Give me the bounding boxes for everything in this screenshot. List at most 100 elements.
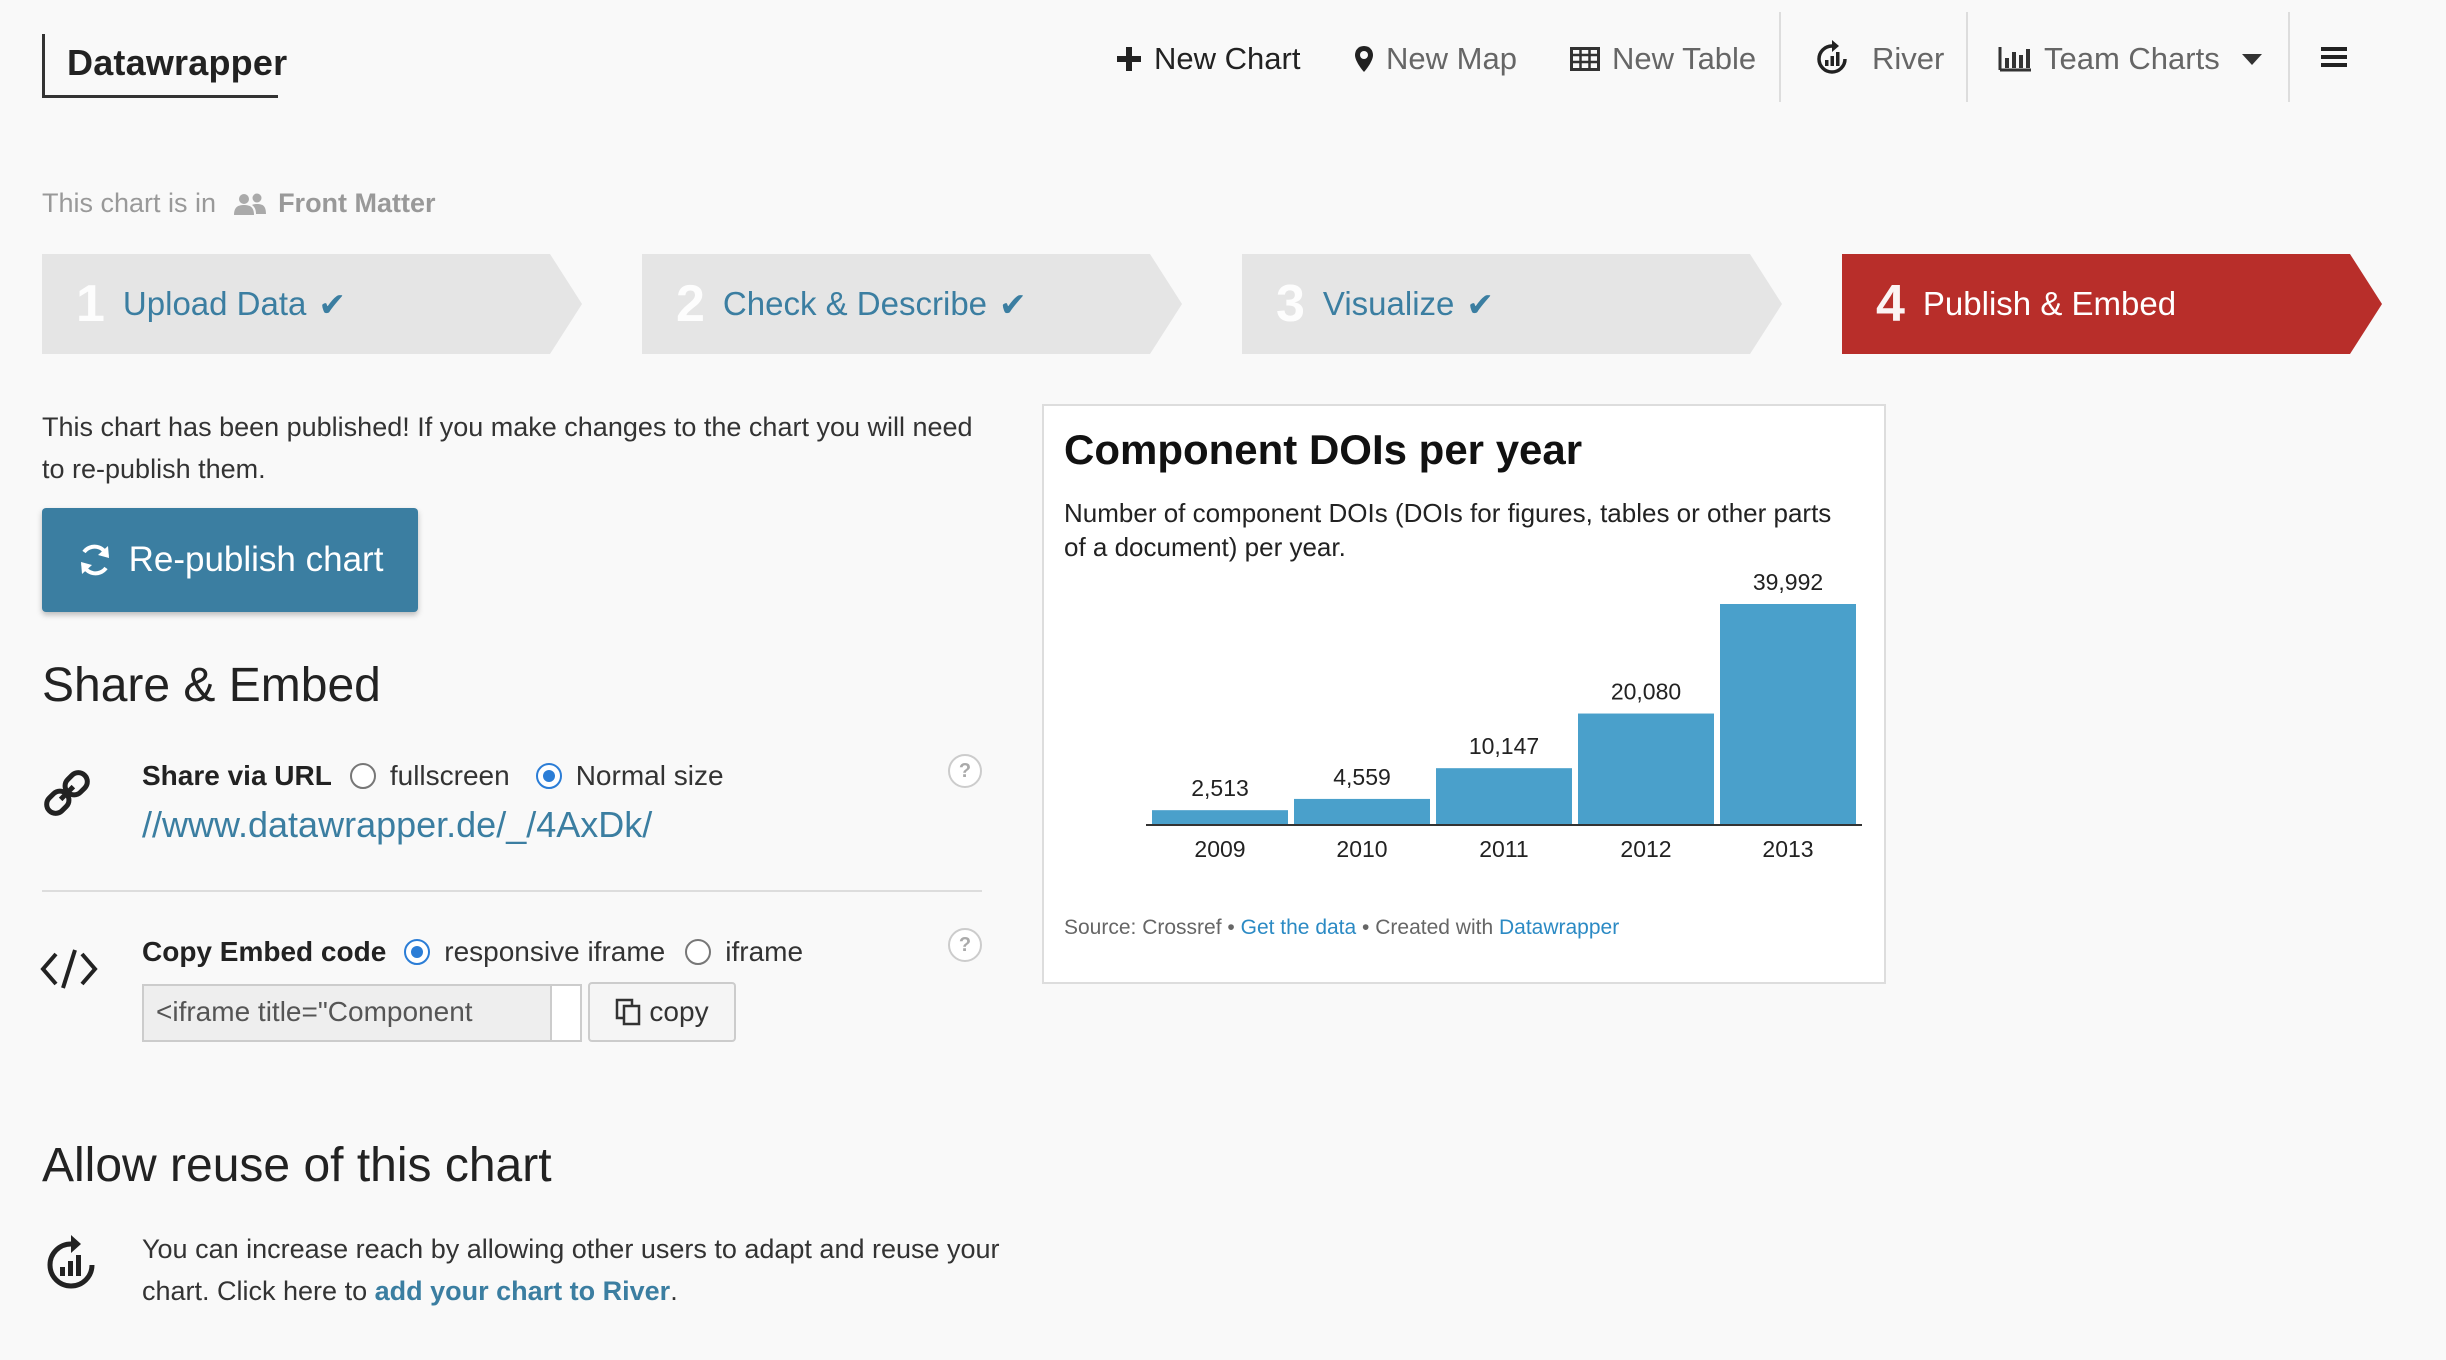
step-visualize[interactable]: 3 Visualize ✔ (1242, 254, 1782, 354)
share-url-label: Share via URL (142, 760, 332, 791)
chevron-down-icon (2241, 53, 2262, 65)
bar-chart-icon (1998, 46, 2032, 72)
step-label: Upload Data (122, 285, 307, 322)
step-number: 2 (676, 275, 705, 333)
refresh-icon (80, 544, 109, 576)
radio-iframe-label[interactable]: iframe (725, 936, 803, 968)
hamburger-icon (2320, 41, 2348, 77)
chart-source: Source: Crossref (1064, 916, 1222, 939)
bar-2011 (1436, 768, 1572, 824)
nav-separator (1966, 12, 1968, 102)
x-tick-label-2011: 2011 (1479, 836, 1528, 862)
reuse-end: . (670, 1276, 678, 1306)
created-with-text: Created with (1375, 916, 1494, 939)
embed-options: Copy Embed code responsive iframe iframe (142, 936, 803, 968)
resize-handle[interactable] (550, 986, 580, 1040)
code-icon (40, 946, 98, 997)
reuse-description: You can increase reach by allowing other… (142, 1228, 1002, 1312)
radio-responsive-iframe-label[interactable]: responsive iframe (444, 936, 665, 968)
section-divider (42, 890, 982, 892)
step-label: Check & Describe (722, 285, 988, 322)
step-number: 3 (1276, 275, 1305, 333)
embed-code-textarea[interactable]: <iframe title="Component (142, 984, 582, 1042)
add-to-river-link[interactable]: add your chart to River (375, 1276, 671, 1306)
x-tick-label-2009: 2009 (1194, 836, 1245, 862)
copy-icon (616, 998, 641, 1026)
get-the-data-link[interactable]: Get the data (1241, 916, 1357, 939)
value-label-2009: 2,513 (1191, 775, 1249, 801)
bar-2009 (1152, 810, 1288, 824)
value-label-2013: 39,992 (1753, 574, 1823, 595)
step-publish-embed[interactable]: 4 Publish & Embed (1842, 254, 2382, 354)
value-label-2011: 10,147 (1469, 733, 1539, 759)
bar-2012 (1578, 713, 1714, 824)
folder-location: This chart is in Front Matter (42, 188, 436, 219)
radio-normal-size-label[interactable]: Normal size (576, 760, 724, 792)
x-tick-label-2013: 2013 (1762, 836, 1813, 862)
chart-title: Component DOIs per year (1064, 426, 1583, 473)
step-check-describe[interactable]: 2 Check & Describe ✔ (642, 254, 1182, 354)
check-icon: ✔ (1466, 285, 1495, 323)
plus-icon (1116, 46, 1142, 72)
nav-new-map[interactable]: New Map (1354, 14, 1517, 104)
step-number: 4 (1876, 275, 1905, 333)
step-label: Publish & Embed (1922, 285, 2177, 322)
river-icon (40, 1234, 102, 1301)
river-icon (1812, 39, 1852, 79)
x-tick-label-2012: 2012 (1620, 836, 1671, 862)
share-url-link[interactable]: //www.datawrapper.de/_/4AxDk/ (142, 804, 652, 846)
nav-river-label: River (1872, 41, 1945, 76)
radio-responsive-iframe[interactable] (404, 939, 431, 965)
link-icon (40, 766, 94, 825)
copy-label: copy (649, 996, 709, 1027)
chart-subtitle: Number of component DOIs (DOIs for figur… (1064, 498, 1832, 562)
nav-new-table[interactable]: New Table (1570, 14, 1756, 104)
step-upload-data[interactable]: 1 Upload Data ✔ (42, 254, 582, 354)
folder-prefix: This chart is in (42, 188, 217, 218)
help-embed-code-button[interactable]: ? (948, 928, 982, 962)
embed-code-label: Copy Embed code (142, 936, 387, 967)
radio-fullscreen[interactable] (349, 763, 376, 789)
nav-new-chart-label: New Chart (1154, 41, 1301, 76)
nav-team-charts[interactable]: Team Charts (1998, 14, 2262, 104)
bar-chart: 2,513 2009 4,559 2010 10,147 2011 20,080 2012 39… (1146, 574, 1862, 862)
republish-label: Re-publish chart (128, 540, 384, 579)
check-icon: ✔ (318, 285, 347, 323)
chart-footer: Source: Crossref • Get the data • Create… (1064, 916, 1619, 940)
bar-2013 (1720, 604, 1856, 824)
share-embed-heading: Share & Embed (42, 659, 381, 712)
x-tick-label-2010: 2010 (1336, 836, 1387, 862)
step-label: Visualize (1322, 285, 1455, 322)
hamburger-menu-button[interactable] (2320, 14, 2348, 104)
nav-new-map-label: New Map (1386, 41, 1517, 76)
table-icon (1570, 47, 1600, 71)
radio-fullscreen-label[interactable]: fullscreen (390, 760, 510, 792)
folder-name-link[interactable]: Front Matter (278, 188, 436, 219)
embed-code-text: <iframe title="Component (156, 996, 473, 1027)
published-notice: This chart has been published! If you ma… (42, 412, 973, 484)
nav-separator (1779, 12, 1781, 102)
map-marker-icon (1354, 45, 1374, 73)
datawrapper-logo[interactable]: Datawrapper (42, 34, 287, 98)
allow-reuse-heading: Allow reuse of this chart (42, 1139, 552, 1192)
nav-new-table-label: New Table (1612, 41, 1757, 76)
chart-preview: Component DOIs per year Number of compon… (1042, 404, 1886, 984)
check-icon: ✔ (999, 285, 1027, 323)
nav-separator (2288, 12, 2290, 102)
bar-2010 (1294, 798, 1430, 824)
footer-bullet: • (1362, 916, 1370, 939)
value-label-2012: 20,080 (1611, 679, 1681, 705)
radio-normal-size[interactable] (535, 763, 562, 789)
share-url-options: Share via URL fullscreen Normal size (142, 760, 724, 792)
footer-bullet: • (1227, 916, 1235, 939)
step-number: 1 (76, 275, 105, 333)
copy-embed-button[interactable]: copy (588, 982, 736, 1042)
datawrapper-link[interactable]: Datawrapper (1499, 916, 1619, 939)
radio-iframe[interactable] (685, 939, 712, 965)
help-share-url-button[interactable]: ? (948, 754, 982, 788)
republish-chart-button[interactable]: Re-publish chart (42, 508, 418, 612)
nav-new-chart[interactable]: New Chart (1116, 14, 1300, 104)
nav-river[interactable]: River (1812, 14, 1944, 104)
nav-team-charts-label: Team Charts (2044, 41, 2220, 76)
value-label-2010: 4,559 (1333, 764, 1391, 790)
